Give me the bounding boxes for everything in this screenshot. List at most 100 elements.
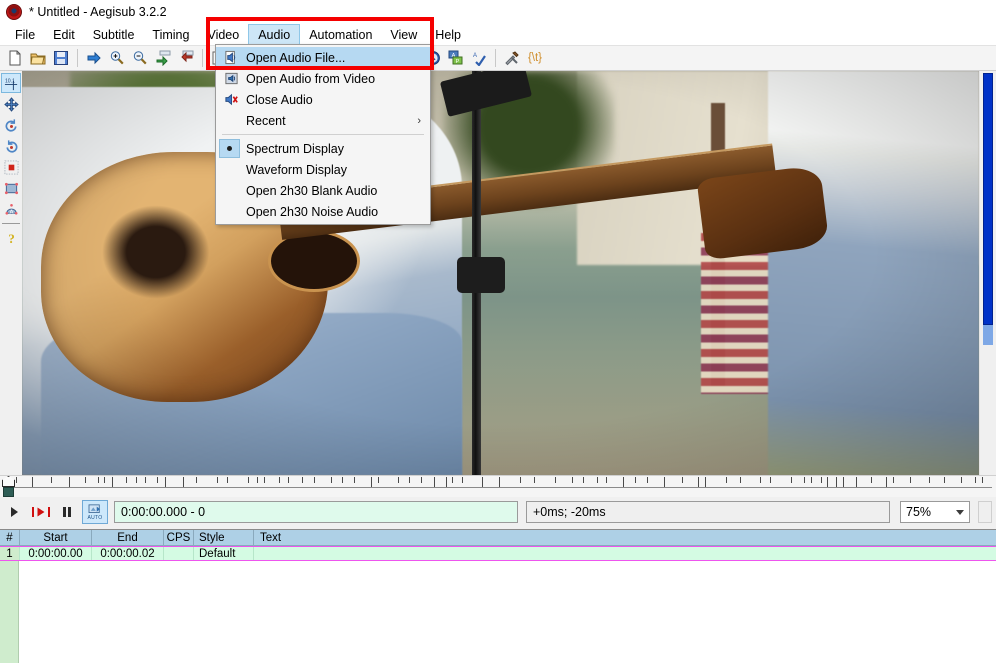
playhead-marker[interactable] xyxy=(2,476,15,497)
ruler-tick xyxy=(770,477,771,483)
menu-video[interactable]: Video xyxy=(198,24,248,45)
column-header-number[interactable]: # xyxy=(0,530,20,545)
grid-empty-area[interactable] xyxy=(0,561,996,663)
menu-file[interactable]: File xyxy=(6,24,44,45)
cell-cps xyxy=(164,547,194,560)
ruler-tick xyxy=(227,477,228,483)
ruler-tick xyxy=(827,477,828,487)
menu-automation[interactable]: Automation xyxy=(300,24,381,45)
ruler-tick xyxy=(421,477,422,483)
spacer-icon xyxy=(216,159,246,180)
ruler-tick xyxy=(856,477,857,487)
ruler-tick xyxy=(597,477,598,483)
ruler-tick xyxy=(804,477,805,483)
ruler-tick xyxy=(664,477,665,487)
magnifier-plus-icon[interactable] xyxy=(106,47,128,69)
rotate-xy-icon[interactable] xyxy=(1,136,21,156)
ruler-tick xyxy=(32,477,33,487)
question-mark-icon[interactable]: ? xyxy=(1,228,21,248)
auto-commit-icon[interactable]: AUTO xyxy=(82,500,108,524)
column-header-start[interactable]: Start xyxy=(20,530,92,545)
column-header-style[interactable]: Style xyxy=(194,530,254,545)
menu-view[interactable]: View xyxy=(381,24,426,45)
menu-item-spectrum-display[interactable]: Spectrum Display xyxy=(216,138,430,159)
ruler-tick xyxy=(157,477,158,483)
ruler-tick xyxy=(760,477,761,483)
column-header-cps[interactable]: CPS xyxy=(164,530,194,545)
cell-style[interactable]: Default xyxy=(194,547,254,560)
open-folder-icon[interactable] xyxy=(27,47,49,69)
ruler-tick xyxy=(217,477,218,483)
menu-item-label: Open 2h30 Noise Audio xyxy=(246,204,379,219)
menu-timing[interactable]: Timing xyxy=(143,24,198,45)
menu-item-waveform-display[interactable]: Waveform Display xyxy=(216,159,430,180)
ruler-tick xyxy=(104,477,105,483)
cell-text[interactable] xyxy=(254,547,996,560)
hammer-wrench-icon[interactable] xyxy=(501,47,523,69)
menu-help[interactable]: Help xyxy=(426,24,470,45)
menu-subtitle[interactable]: Subtitle xyxy=(84,24,144,45)
menu-audio[interactable]: Audio xyxy=(248,24,301,45)
translation-assistant-icon[interactable]: AP xyxy=(445,47,467,69)
menu-item-open-2h30-noise-audio[interactable]: Open 2h30 Noise Audio xyxy=(216,201,430,222)
scrollbar-thumb-secondary[interactable] xyxy=(983,325,993,345)
ruler-tick xyxy=(126,477,127,483)
menu-item-label: Open Audio File... xyxy=(246,50,346,65)
audio-dropdown-menu: Open Audio File... Open Audio from Video… xyxy=(215,44,431,225)
ruler-tick xyxy=(98,477,99,483)
new-document-icon[interactable] xyxy=(4,47,26,69)
play-icon[interactable] xyxy=(4,501,26,523)
coordinates-tool-icon[interactable]: 10.1 xyxy=(1,73,21,93)
timing-display-field[interactable]: 0:00:00.000 - 0 xyxy=(114,501,518,523)
ruler-tick xyxy=(16,477,17,483)
scale-icon[interactable] xyxy=(1,157,21,177)
ruler-tick xyxy=(136,477,137,483)
ruler-tick xyxy=(843,477,844,487)
video-frame[interactable] xyxy=(22,71,979,475)
cell-start[interactable]: 0:00:00.00 xyxy=(20,547,92,560)
column-header-end[interactable]: End xyxy=(92,530,164,545)
menu-item-open-2h30-blank-audio[interactable]: Open 2h30 Blank Audio xyxy=(216,180,430,201)
ruler-tick xyxy=(248,477,249,483)
video-vertical-scrollbar[interactable] xyxy=(979,71,996,475)
vector-clip-icon[interactable]: A xyxy=(1,199,21,219)
menu-edit[interactable]: Edit xyxy=(44,24,84,45)
svg-text:?: ? xyxy=(8,231,15,246)
move-arrows-icon[interactable] xyxy=(1,94,21,114)
tag-braces-icon[interactable]: {\t} xyxy=(524,47,546,69)
audio-zoom-select[interactable]: 75% xyxy=(900,501,970,523)
rotate-z-icon[interactable] xyxy=(1,115,21,135)
menu-bar: File Edit Subtitle Timing Video Audio Au… xyxy=(0,24,996,45)
play-selection-icon[interactable] xyxy=(30,501,52,523)
magnifier-minus-icon[interactable] xyxy=(129,47,151,69)
menu-item-open-audio-from-video[interactable]: Open Audio from Video xyxy=(216,68,430,89)
table-row[interactable]: 1 0:00:00.00 0:00:00.02 Default xyxy=(0,546,996,561)
audio-scrollbar[interactable] xyxy=(978,501,992,523)
ruler-tick xyxy=(288,477,289,483)
offset-display-field[interactable]: +0ms; -20ms xyxy=(526,501,890,523)
blue-arrow-right-icon[interactable] xyxy=(83,47,105,69)
rectangular-clip-icon[interactable] xyxy=(1,178,21,198)
ruler-tick xyxy=(371,477,372,487)
cell-end[interactable]: 0:00:00.02 xyxy=(92,547,164,560)
column-header-text[interactable]: Text xyxy=(254,530,996,545)
tool-divider xyxy=(2,223,20,224)
ruler-tick xyxy=(975,477,976,483)
ruler-tick xyxy=(279,477,280,483)
ruler-tick xyxy=(811,477,812,483)
video-tool-strip: 10.1 A ? xyxy=(0,71,22,475)
scrollbar-thumb[interactable] xyxy=(983,73,993,325)
snap-end-icon[interactable] xyxy=(175,47,197,69)
ruler-tick xyxy=(434,477,435,487)
pause-icon[interactable] xyxy=(56,501,78,523)
menu-item-close-audio[interactable]: Close Audio xyxy=(216,89,430,110)
snap-start-icon[interactable] xyxy=(152,47,174,69)
menu-item-open-audio-file[interactable]: Open Audio File... xyxy=(216,47,430,68)
menu-item-label: Recent xyxy=(246,113,286,128)
spell-checker-icon[interactable]: A xyxy=(468,47,490,69)
floppy-save-icon[interactable] xyxy=(50,47,72,69)
audio-timeline-ruler[interactable] xyxy=(0,475,996,497)
scrollbar-track[interactable] xyxy=(981,71,995,475)
ruler-tick xyxy=(446,477,447,487)
menu-item-recent[interactable]: Recent › xyxy=(216,110,430,131)
